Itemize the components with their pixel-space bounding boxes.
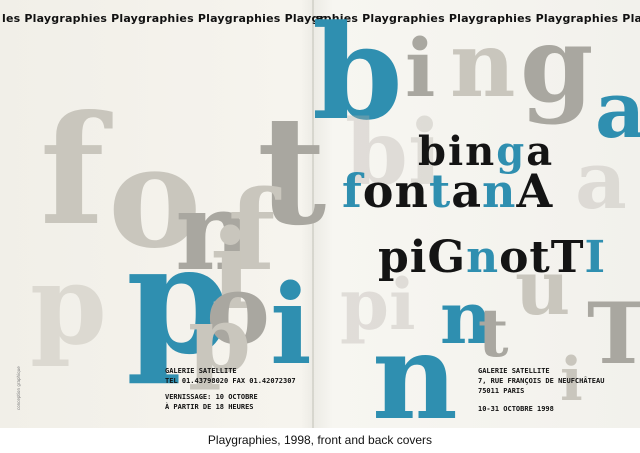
- title-char: i: [409, 232, 428, 283]
- poster-spread: les Playgraphies Playgraphies Playgraphi…: [0, 0, 640, 428]
- deco-letter-g-top: g: [520, 2, 594, 126]
- right-info: GALERIE SATELLITE 7, RUE FRANÇOIS DE NEU…: [478, 366, 604, 414]
- right-dates: 10-31 OCTOBRE 1998: [478, 405, 554, 413]
- deco-letter-a-ghost: a: [575, 133, 627, 227]
- left-gallery-name: GALERIE SATELLITE: [165, 367, 237, 375]
- left-time: À PARTIR DE 18 HEURES: [165, 403, 254, 411]
- vertical-credit: conception graphique: [16, 366, 21, 410]
- left-info: GALERIE SATELLITE TEL 01.43798020 FAX 01…: [165, 366, 296, 412]
- left-vernissage: VERNISSAGE: 10 OCTOBRE: [165, 393, 258, 401]
- title-pignotti: piGnotTI: [378, 236, 606, 280]
- deco-letter-n-top: n: [450, 12, 516, 118]
- title-char: A: [516, 164, 554, 218]
- title-char: f: [342, 164, 363, 218]
- deco-letter-f: f: [40, 83, 105, 259]
- title-fontana: fontanA: [342, 168, 553, 214]
- title-char: n: [466, 232, 500, 283]
- deco-letter-n-bottom: n: [372, 307, 458, 429]
- title-char: p: [378, 232, 410, 283]
- deco-letter-i-blue: i: [270, 260, 312, 389]
- image-caption: Playgraphies, 1998, front and back cover…: [207, 433, 433, 447]
- deco-letter-p-ghost: p: [30, 240, 107, 369]
- left-phone: TEL 01.43798020 FAX 01.42072307: [165, 377, 296, 385]
- title-char: a: [451, 164, 482, 218]
- title-char: o: [499, 232, 530, 283]
- banner-left: les Playgraphies Playgraphies Playgraphi…: [2, 12, 326, 25]
- title-char: T: [550, 232, 585, 283]
- title-char: t: [529, 232, 551, 283]
- title-char: n: [394, 164, 429, 218]
- right-city: 75011 PARIS: [478, 387, 525, 395]
- title-char: o: [362, 164, 395, 218]
- deco-letter-t-small: t: [478, 294, 509, 372]
- right-address: 7, RUE FRANÇOIS DE NEUFCHÂTEAU: [478, 377, 605, 385]
- title-char: I: [584, 232, 607, 283]
- right-gallery-name: GALERIE SATELLITE: [478, 367, 550, 375]
- title-char: n: [482, 164, 517, 218]
- deco-letter-t-grey: T: [587, 284, 640, 383]
- deco-letter-i-top: i: [405, 21, 436, 115]
- title-char: G: [427, 232, 467, 283]
- title-char: t: [428, 164, 452, 218]
